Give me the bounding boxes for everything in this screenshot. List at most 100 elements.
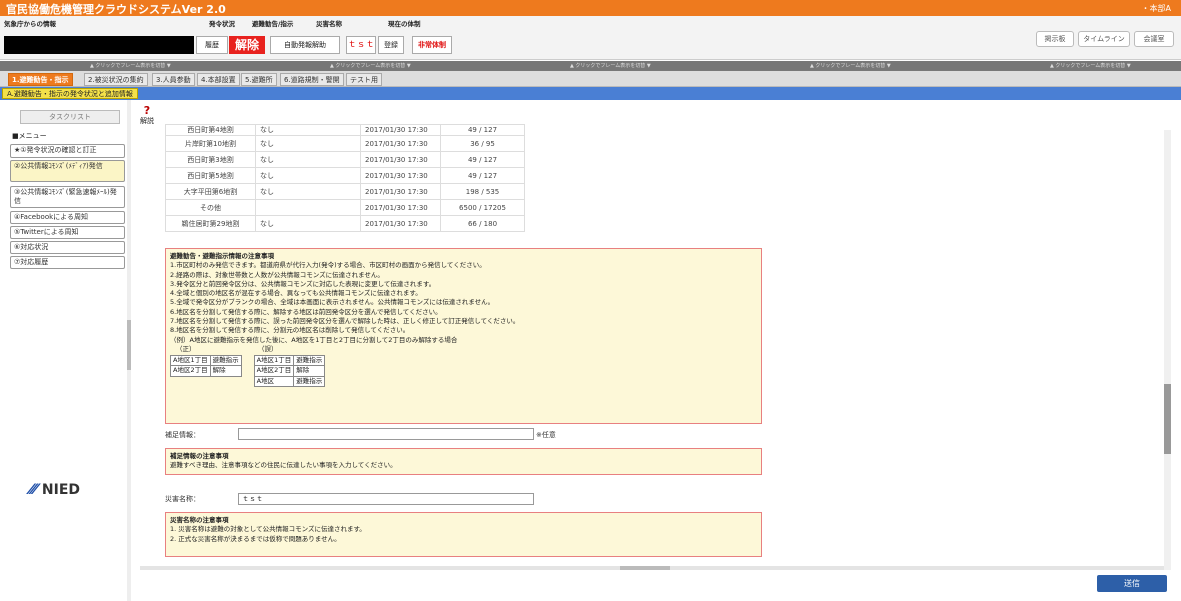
logo-text: NIED: [41, 482, 81, 498]
sidebar-item-response-status[interactable]: ⑥対応状況: [10, 241, 125, 254]
source-label: 気象庁からの情報: [4, 20, 56, 28]
tab-test[interactable]: テスト用: [346, 73, 382, 86]
cell-count: 198 / 535: [440, 183, 525, 200]
notice-title: 補足情報の注意事項: [170, 452, 229, 460]
help-label: 解説: [140, 117, 154, 125]
example-cell: A地区2丁目: [170, 365, 211, 377]
cell-time: 2017/01/30 17:30: [360, 183, 441, 200]
cell-count: 49 / 127: [440, 124, 525, 136]
cell-level: なし: [255, 183, 361, 200]
history-button[interactable]: 履歴: [196, 36, 228, 54]
current-system-label: 現在の体制: [388, 20, 421, 28]
frame-toggle-text[interactable]: ▲ クリックでフレーム表示を切替 ▼: [330, 62, 411, 69]
cell-area: その他: [165, 199, 256, 216]
cell-level: なし: [255, 135, 361, 152]
cell-count: 66 / 180: [440, 215, 525, 232]
send-button[interactable]: 送信: [1097, 575, 1167, 592]
notice-line: 8.地区名を分割して発信する際に、分割元の地区名は削除して発信してください。: [170, 326, 410, 335]
notice-line: 3.発令区分と前回発令区分は、公共情報コモンズに対応した表現に変更して伝達されま…: [170, 279, 436, 288]
horizontal-scrollbar[interactable]: [140, 566, 1164, 570]
cell-area: 西日町第4地割: [165, 124, 256, 136]
sidebar-item-commons-mail[interactable]: ③公共情報ｺﾓﾝｽﾞ(緊急速報ﾒｰﾙ)発信: [10, 186, 125, 208]
tab-staff[interactable]: 3.人員参動: [152, 73, 195, 86]
subtab-bar: A.避難勧告・指示の発令状況と追加情報: [0, 87, 1181, 100]
sidebar-item-status-check[interactable]: ★①発令状況の確認と訂正: [10, 144, 125, 158]
supplement-notice: 補足情報の注意事項 避難すべき理由、注意事項などの住民に伝達したい事項を入力して…: [165, 448, 762, 475]
frame-toggle-text[interactable]: ▲ クリックでフレーム表示を切替 ▼: [90, 62, 171, 69]
notice-title: 災害名称の注意事項: [170, 516, 229, 524]
example-correct-table: A地区1丁目 避難指示 A地区2丁目 解除: [170, 354, 242, 377]
sidebar-item-commons-media[interactable]: ②公共情報ｺﾓﾝｽﾞ(ﾒﾃﾞｨｱ)発信: [10, 160, 125, 182]
notice-line: 避難すべき理由、注意事項などの住民に伝達したい事項を入力してください。: [170, 461, 397, 470]
frame-toggle-text[interactable]: ▲ クリックでフレーム表示を切替 ▼: [1050, 62, 1131, 69]
frame-toggle-text[interactable]: ▲ クリックでフレーム表示を切替 ▼: [810, 62, 891, 69]
tab-damage[interactable]: 2.被災状況の集約: [84, 73, 148, 86]
bulletin-board-button[interactable]: 掲示板: [1036, 31, 1074, 47]
system-state-badge: 非常体制: [412, 36, 452, 54]
title-bar: 官民協働危機管理クラウドシステムVer 2.0 ・本部A: [0, 0, 1181, 16]
sidebar-scrollbar[interactable]: [127, 100, 131, 601]
notice-line: 1. 災害名称は避難の対象として公共情報コモンズに伝達されます。: [170, 525, 366, 534]
example-cell: 避難指示: [293, 354, 326, 367]
notice-line: （例）A地区に避難指示を発信した後に、A地区を1丁目と2丁目に分割して2丁目のみ…: [170, 335, 458, 344]
horizontal-scroll-thumb[interactable]: [620, 566, 670, 570]
disaster-name-input[interactable]: ｔｓｔ: [238, 493, 534, 505]
meeting-room-button[interactable]: 会議室: [1134, 31, 1174, 47]
sidebar-item-twitter[interactable]: ⑤Twitterによる周知: [10, 226, 125, 239]
help-button[interactable]: ? 解説: [140, 105, 154, 126]
main-scroll-thumb[interactable]: [1164, 384, 1171, 454]
frame-toggle-bar[interactable]: ▲ クリックでフレーム表示を切替 ▼ ▲ クリックでフレーム表示を切替 ▼ ▲ …: [0, 61, 1181, 71]
example-cell: A地区1丁目: [253, 354, 295, 367]
example-labels: （正） （誤）: [170, 345, 757, 355]
tab-hq[interactable]: 4.本部設置: [197, 73, 240, 86]
subtab-evacuation-status[interactable]: A.避難勧告・指示の発令状況と追加情報: [2, 88, 138, 99]
disaster-name-notice: 災害名称の注意事項 1. 災害名称は避難の対象として公共情報コモンズに伝達されま…: [165, 512, 762, 557]
example-wrong-table: A地区1丁目 避難指示 A地区2丁目 解除 A地区 避難指示: [253, 354, 326, 387]
example-cell: 避難指示: [293, 375, 326, 387]
table-row: 鵜住居町第29地割 なし 2017/01/30 17:30 66 / 180: [165, 215, 525, 232]
frame-toggle-text[interactable]: ▲ クリックでフレーム表示を切替 ▼: [570, 62, 651, 69]
task-list-button[interactable]: タスクリスト: [20, 110, 120, 124]
tab-road[interactable]: 6.道路規制・警開: [280, 73, 344, 86]
notice-line: 2. 正式な災害名称が決まるまでは仮称で問題ありません。: [170, 534, 341, 543]
tab-evacuation[interactable]: 1.避難勧告・指示: [8, 73, 73, 86]
menu-heading: ■メニュー: [12, 132, 47, 140]
cell-count: 49 / 127: [440, 167, 525, 184]
sidebar-scroll-thumb[interactable]: [127, 320, 131, 370]
supplement-label: 補足情報：: [165, 431, 200, 439]
app-title: 官民協働危機管理クラウドシステムVer 2.0: [6, 3, 226, 16]
cell-area: 西日町第5地割: [165, 167, 256, 184]
table-row: 大字平田第6地割 なし 2017/01/30 17:30 198 / 535: [165, 183, 525, 200]
cell-time: 2017/01/30 17:30: [360, 167, 441, 184]
sidebar-item-facebook[interactable]: ④Facebookによる周知: [10, 211, 125, 224]
table-row: 西日町第4地割 なし 2017/01/30 17:30 49 / 127: [165, 124, 525, 136]
example-cell: A地区1丁目: [170, 354, 211, 367]
main-scrollbar[interactable]: [1164, 130, 1171, 570]
cell-level: なし: [255, 151, 361, 168]
auto-release-button[interactable]: 自動発報解助: [270, 36, 340, 54]
cell-area: 大字平田第6地割: [165, 183, 256, 200]
cell-level: なし: [255, 215, 361, 232]
tab-shelter[interactable]: 5.避難所: [241, 73, 277, 86]
notice-line: 7.地区名を分割して発信する際に、誤った前回発令区分を選んで解除した時は、正しく…: [170, 317, 520, 326]
notice-line: 6.地区名を分割して発信する際に、解除する地区は前回発令区分を選んで発信してくだ…: [170, 307, 442, 316]
evacuation-notice: 避難勧告・避難指示情報の注意事項 1.市区町村のみ発信できます。都道府県が代行入…: [165, 248, 762, 424]
example-cell: A地区: [253, 375, 295, 387]
area-table: 西日町第4地割 なし 2017/01/30 17:30 49 / 127 片岸町…: [165, 124, 525, 232]
supplement-input[interactable]: [238, 428, 534, 440]
header-panel: 気象庁からの情報 発令状況 避難勧告/指示 災害名称 現在の体制 履歴 解除 自…: [0, 16, 1181, 60]
status-label: 発令状況: [209, 20, 235, 28]
table-row: 西日町第3地割 なし 2017/01/30 17:30 49 / 127: [165, 151, 525, 168]
sidebar-item-response-history[interactable]: ⑦対応履歴: [10, 256, 125, 269]
timeline-button[interactable]: タイムライン: [1078, 31, 1130, 47]
cell-count: 6500 / 17205: [440, 199, 525, 216]
optional-note: ※任意: [536, 431, 556, 439]
cell-time: 2017/01/30 17:30: [360, 124, 441, 136]
cell-time: 2017/01/30 17:30: [360, 199, 441, 216]
cell-level: なし: [255, 124, 361, 136]
cell-area: 片岸町第10地割: [165, 135, 256, 152]
user-name[interactable]: ・本部A: [1142, 3, 1171, 14]
notice-line: 5.全域で発令区分がブランクの場合、全域は本画面に表示されません。公共情報コモン…: [170, 298, 495, 307]
nied-mark-icon: ⁄⁄⁄: [30, 482, 42, 498]
register-button[interactable]: 登録: [378, 36, 404, 54]
